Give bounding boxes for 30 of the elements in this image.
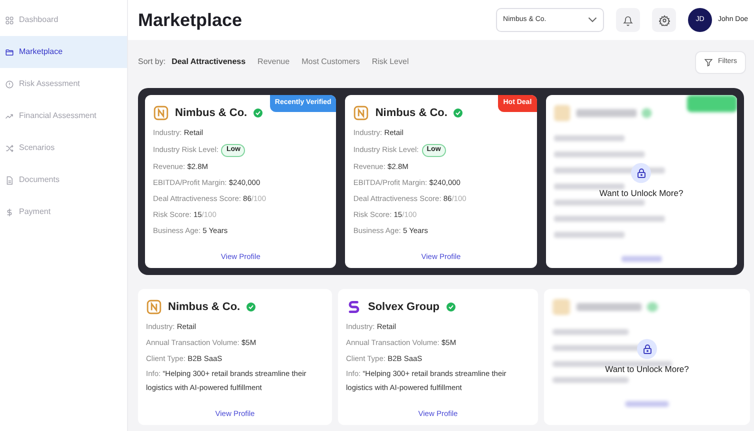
sort-option[interactable]: Revenue	[258, 56, 290, 68]
unlock-message: Want to Unlock More?	[599, 187, 684, 200]
trend-line-icon	[5, 112, 14, 120]
sort-option[interactable]: Risk Level	[372, 56, 409, 68]
notification-button[interactable]	[616, 8, 640, 32]
alert-circle-icon	[5, 80, 14, 88]
document-icon	[5, 176, 14, 184]
sidebar-item[interactable]: Marketplace	[0, 36, 127, 68]
unlock-message: Want to Unlock More?	[605, 362, 689, 376]
sort-label: Sort by:	[138, 56, 166, 68]
bell-icon	[623, 14, 634, 26]
company-name: Nimbus & Co.	[375, 106, 448, 121]
page-title: Marketplace	[138, 8, 244, 32]
chevron-down-icon	[588, 17, 598, 23]
shuffle-icon	[5, 144, 14, 152]
logo-icon	[346, 299, 362, 315]
folder-icon	[5, 48, 14, 56]
dollar-icon	[5, 208, 14, 216]
logo-icon	[146, 299, 162, 315]
sort-option[interactable]: Deal Attractiveness	[172, 56, 246, 68]
settings-icon	[658, 14, 670, 26]
company-name: Nimbus & Co.	[175, 106, 248, 121]
company-name: Solvex Group	[368, 300, 440, 315]
company-name: Nimbus & Co.	[168, 300, 240, 315]
logo-icon	[353, 105, 370, 121]
filter-icon	[704, 58, 713, 66]
sort-option[interactable]: Most Customers	[302, 56, 360, 68]
grid-icon	[5, 16, 14, 24]
settings-button[interactable]	[652, 8, 676, 32]
logo-icon	[153, 105, 169, 121]
